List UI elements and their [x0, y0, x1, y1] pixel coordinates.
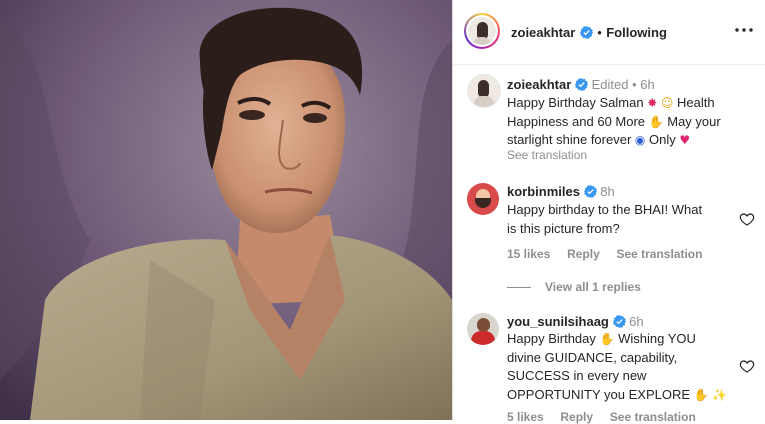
- caption-line-2: Health: [677, 95, 715, 110]
- like-heart-icon[interactable]: [739, 211, 755, 227]
- comment-username[interactable]: korbinmiles: [507, 184, 580, 199]
- comment-reply-button[interactable]: Reply: [567, 247, 600, 261]
- raising-hands-emoji: ✋: [693, 387, 709, 402]
- caption-line-1: Happy Birthday Salman: [507, 95, 644, 110]
- comment-line: Happy birthday to the BHAI! What: [507, 202, 703, 217]
- sparkles-emoji: ✨: [712, 387, 728, 402]
- verified-icon: [612, 315, 626, 328]
- comment-reply-button[interactable]: Reply: [560, 410, 593, 424]
- comment-line: divine GUIDANCE, capability,: [507, 349, 678, 365]
- comment-text: Happy birthday to the BHAI! What is this…: [507, 201, 747, 238]
- comment-username[interactable]: you_sunilsihaag: [507, 314, 609, 329]
- like-heart-icon[interactable]: [739, 358, 755, 374]
- comment-meta: 15 likes Reply See translation: [507, 247, 702, 261]
- comment-line: OPPORTUNITY you EXPLORE: [507, 386, 691, 402]
- comments-panel: zoieakhtar • Following zoieakhtar Edited…: [452, 0, 765, 424]
- commenter-avatar[interactable]: [467, 313, 499, 345]
- caption-line-6: Only: [649, 132, 676, 147]
- comment-see-translation[interactable]: See translation: [616, 247, 702, 261]
- caption-see-translation[interactable]: See translation: [507, 148, 587, 162]
- raising-hands-emoji: ✋: [599, 332, 615, 346]
- caption-dot: •: [632, 77, 637, 92]
- comment-likes[interactable]: 15 likes: [507, 247, 550, 261]
- comment-likes[interactable]: 5 likes: [507, 410, 544, 424]
- comment-time: 6h: [629, 314, 644, 329]
- collision-emoji: ✸: [647, 96, 658, 110]
- portrait-image: [0, 0, 452, 420]
- post-photo[interactable]: [0, 0, 452, 420]
- heart-emoji: ♥: [679, 133, 691, 147]
- verified-icon: [574, 78, 588, 91]
- comment-time: 8h: [600, 184, 615, 199]
- praying-hands-emoji: ✋: [648, 114, 664, 129]
- commenter-avatar[interactable]: [467, 183, 499, 215]
- caption-line-5: starlight shine forever: [507, 132, 632, 147]
- nazar-amulet-emoji: ◉: [634, 133, 646, 147]
- replies-divider: [507, 287, 531, 289]
- caption-line-4: May your: [667, 113, 721, 129]
- hugging-emoji: ☺: [660, 96, 674, 110]
- caption-avatar[interactable]: [467, 74, 501, 108]
- view-replies-button[interactable]: View all 1 replies: [507, 280, 641, 294]
- comment-see-translation[interactable]: See translation: [610, 410, 696, 424]
- caption-edited: Edited: [591, 77, 629, 92]
- comment-line: SUCCESS in every new: [507, 368, 647, 383]
- comment-line: is this picture from?: [507, 220, 620, 236]
- comment-meta: 5 likes Reply See translation: [507, 410, 696, 424]
- header-separator: •: [597, 25, 602, 40]
- comment-text: Happy Birthday ✋ Wishing YOU divine GUID…: [507, 330, 747, 404]
- view-replies-label: View all 1 replies: [545, 280, 641, 294]
- post-header: zoieakhtar • Following: [453, 0, 765, 65]
- comment-line: Happy Birthday: [507, 331, 596, 346]
- caption-line-3: Happiness and 60 More: [507, 113, 646, 129]
- caption-time: 6h: [640, 77, 655, 92]
- more-options-icon[interactable]: [734, 20, 754, 40]
- caption-username[interactable]: zoieakhtar: [507, 77, 571, 92]
- caption-text: Happy Birthday Salman ✸ ☺ Health Happine…: [507, 94, 757, 150]
- author-username[interactable]: zoieakhtar: [511, 25, 575, 40]
- verified-icon: [583, 185, 597, 198]
- comment-line: Wishing YOU: [618, 331, 696, 346]
- author-avatar[interactable]: [464, 13, 500, 49]
- verified-icon: [579, 26, 593, 39]
- following-button[interactable]: Following: [606, 25, 667, 40]
